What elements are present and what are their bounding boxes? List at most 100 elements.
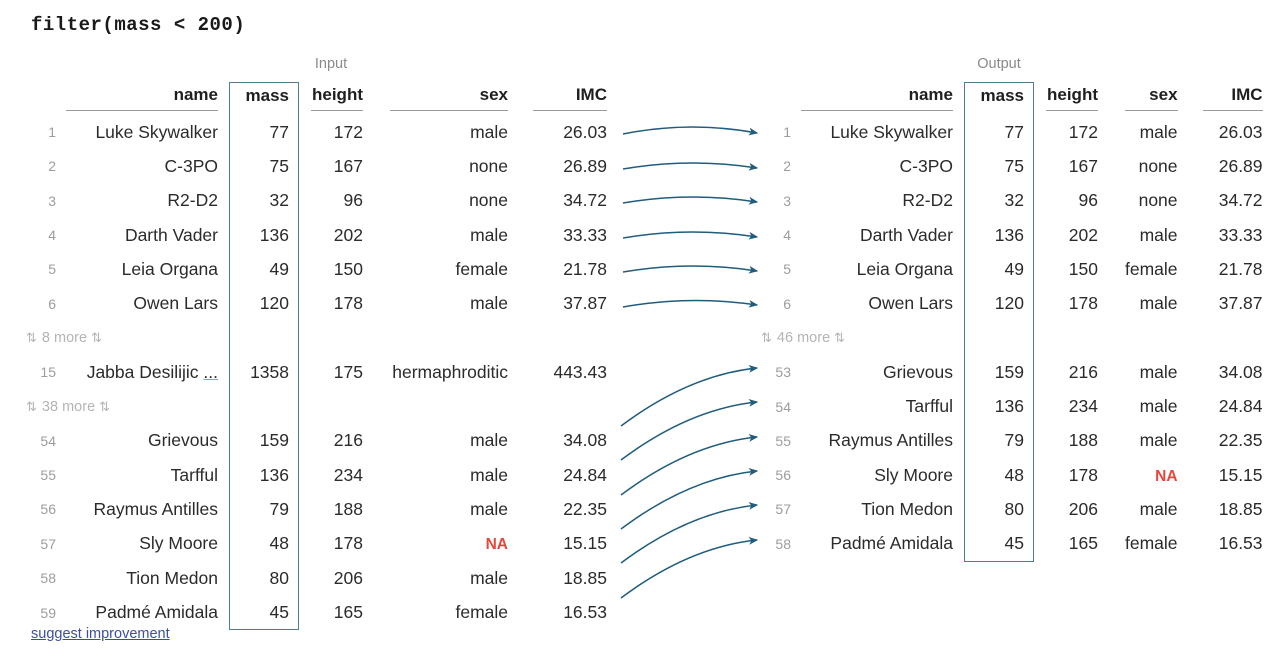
output-header-height: height bbox=[1034, 83, 1108, 116]
table-row: 57 Tion Medon 80 206 male 18.85 bbox=[757, 492, 1265, 527]
output-table: name mass height sex IMC 1 Luke Skywalker… bbox=[757, 82, 1265, 562]
output-row-number: 3 bbox=[783, 192, 791, 209]
input-cell-mass: 136 bbox=[229, 457, 299, 493]
output-cell-sex: male bbox=[1139, 396, 1178, 417]
na-value: NA bbox=[1155, 467, 1178, 485]
mapping-arrow bbox=[620, 501, 759, 564]
output-cell-sex: female bbox=[1125, 258, 1178, 279]
table-row: 56 Sly Moore 48 178 NA 15.15 bbox=[757, 457, 1265, 493]
input-cell-mass: 49 bbox=[229, 252, 299, 287]
table-row: 54 Grievous 159 216 male 34.08 bbox=[22, 423, 609, 458]
output-cell-name: Grievous bbox=[882, 361, 953, 382]
input-cell-height: 178 bbox=[333, 293, 363, 314]
table-row: 6 Owen Lars 120 178 male 37.87 bbox=[22, 286, 609, 321]
output-cell-name: Raymus Antilles bbox=[828, 430, 954, 451]
table-row: 3 R2-D2 32 96 none 34.72 bbox=[22, 183, 609, 218]
output-header-name: name bbox=[801, 83, 965, 116]
output-header-rownum bbox=[757, 83, 801, 116]
table-row: 58 Tion Medon 80 206 male 18.85 bbox=[22, 560, 609, 596]
input-cell-imc: 26.03 bbox=[563, 121, 607, 142]
input-cell-height: 206 bbox=[333, 567, 363, 588]
table-row: 5 Leia Organa 49 150 female 21.78 bbox=[22, 252, 609, 287]
output-cell-height: 188 bbox=[1068, 430, 1098, 451]
output-more-rows-indicator: ⇅ 46 more ⇅ bbox=[757, 320, 1265, 356]
table-row: 55 Raymus Antilles 79 188 male 22.35 bbox=[757, 423, 1265, 458]
output-cell-height: 202 bbox=[1068, 224, 1098, 245]
input-row-number: 55 bbox=[40, 467, 56, 484]
output-cell-sex: none bbox=[1138, 190, 1178, 211]
input-panel-caption: Input bbox=[314, 56, 348, 72]
input-row-number: 5 bbox=[48, 261, 56, 278]
output-cell-sex: none bbox=[1138, 155, 1178, 176]
output-cell-height: 150 bbox=[1068, 258, 1098, 279]
input-cell-imc: 443.43 bbox=[553, 361, 607, 382]
output-cell-name: Tion Medon bbox=[861, 498, 953, 519]
input-cell-name: Raymus Antilles bbox=[93, 498, 219, 519]
page-title: filter(mass < 200) bbox=[31, 14, 246, 36]
input-cell-imc: 33.33 bbox=[563, 224, 607, 245]
output-cell-sex: male bbox=[1139, 121, 1178, 142]
output-row-number: 53 bbox=[775, 364, 791, 381]
mapping-arrow bbox=[620, 433, 759, 496]
table-row: 2 C-3PO 75 167 none 26.89 bbox=[757, 149, 1265, 184]
output-row-number: 6 bbox=[783, 295, 791, 312]
table-row: 56 Raymus Antilles 79 188 male 22.35 bbox=[22, 492, 609, 527]
output-more-imc-spacer bbox=[1187, 321, 1265, 355]
input-more-sex-spacer bbox=[372, 321, 517, 355]
input-cell-mass: 45 bbox=[229, 595, 299, 631]
output-row-number: 54 bbox=[775, 398, 791, 415]
output-more-height-spacer bbox=[1034, 321, 1108, 355]
output-cell-sex: male bbox=[1139, 224, 1178, 245]
output-cell-sex: male bbox=[1139, 430, 1178, 451]
input-cell-sex: male bbox=[470, 567, 508, 588]
output-header-imc: IMC bbox=[1187, 83, 1265, 116]
mapping-arrow bbox=[622, 299, 759, 308]
input-row-number: 58 bbox=[40, 570, 56, 586]
table-row: 6 Owen Lars 120 178 male 37.87 bbox=[757, 286, 1265, 321]
input-cell-imc: 21.78 bbox=[563, 258, 607, 279]
output-cell-imc: 24.84 bbox=[1218, 396, 1263, 417]
input-cell-sex: NA bbox=[372, 527, 517, 561]
output-row-number: 4 bbox=[783, 227, 791, 244]
input-cell-name: Tarfful bbox=[170, 464, 218, 485]
output-row-number: 5 bbox=[783, 261, 791, 278]
output-more-mass-spacer bbox=[964, 320, 1034, 356]
input-cell-sex: none bbox=[469, 155, 508, 176]
truncated-text-ellipsis[interactable]: ... bbox=[203, 362, 218, 382]
output-cell-sex: male bbox=[1139, 498, 1178, 519]
input-cell-height: 234 bbox=[333, 464, 363, 485]
input-cell-imc: 16.53 bbox=[563, 602, 607, 623]
input-row-number: 1 bbox=[48, 124, 56, 141]
suggest-improvement-link[interactable]: suggest improvement bbox=[31, 626, 170, 642]
input-cell-sex: male bbox=[470, 224, 508, 245]
output-cell-mass: 77 bbox=[964, 115, 1034, 150]
table-row: 5 Leia Organa 49 150 female 21.78 bbox=[757, 252, 1265, 287]
mapping-arrow bbox=[622, 231, 759, 240]
input-header-sex: sex bbox=[372, 83, 517, 116]
output-cell-imc: 33.33 bbox=[1218, 224, 1263, 245]
output-cell-height: 165 bbox=[1068, 533, 1098, 554]
input-cell-sex: female bbox=[455, 258, 508, 279]
input-cell-height: 167 bbox=[333, 155, 363, 176]
input-row-number: 59 bbox=[40, 604, 56, 621]
input-cell-imc: 22.35 bbox=[563, 498, 607, 519]
input-more-mass-spacer bbox=[229, 320, 299, 356]
output-cell-mass: 79 bbox=[964, 423, 1034, 458]
mapping-arrow bbox=[622, 162, 759, 171]
output-cell-sex: male bbox=[1139, 293, 1178, 314]
output-table-body: 1 Luke Skywalker 77 172 male 26.03 2 C-3PO 75 167… bbox=[757, 115, 1265, 562]
output-row-number: 56 bbox=[775, 467, 791, 484]
input-cell-imc: 15.15 bbox=[563, 533, 607, 554]
input-cell-name: Leia Organa bbox=[121, 258, 218, 279]
mapping-arrow bbox=[620, 467, 759, 530]
output-cell-imc: 21.78 bbox=[1218, 258, 1263, 279]
output-panel-caption: Output bbox=[977, 56, 1021, 72]
output-table-header: name mass height sex IMC bbox=[757, 82, 1265, 116]
input-cell-sex: male bbox=[470, 464, 508, 485]
input-cell-sex: hermaphroditic bbox=[392, 361, 508, 382]
input-cell-imc: 24.84 bbox=[563, 464, 607, 485]
output-cell-mass: 136 bbox=[964, 217, 1034, 253]
output-cell-height: 178 bbox=[1068, 464, 1098, 485]
output-cell-sex: female bbox=[1125, 533, 1178, 554]
output-cell-height: 96 bbox=[1078, 190, 1098, 211]
